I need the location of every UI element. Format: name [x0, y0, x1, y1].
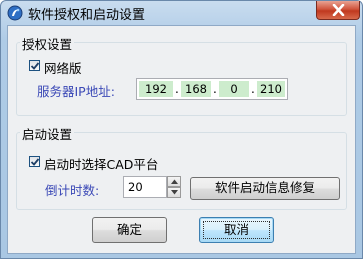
repair-startup-info-button[interactable]: 软件启动信息修复	[190, 177, 340, 200]
ip-octet-3[interactable]: 0	[219, 81, 249, 97]
close-icon	[332, 4, 345, 16]
checkmark-icon	[30, 158, 40, 166]
network-version-checkbox[interactable]	[29, 60, 40, 71]
network-version-label: 网络版	[44, 61, 82, 76]
ok-button-label: 确定	[116, 222, 142, 237]
countdown-input[interactable]: 20	[123, 176, 167, 198]
focus-rectangle	[203, 221, 270, 239]
checkmark-icon	[30, 62, 40, 70]
repair-startup-info-label: 软件启动信息修复	[214, 180, 315, 195]
select-cad-checkbox[interactable]	[29, 156, 40, 167]
triangle-down-icon	[171, 190, 178, 195]
ip-separator: .	[213, 82, 217, 96]
title-bar[interactable]: 软件授权和启动设置	[1, 1, 362, 25]
select-cad-label: 启动时选择CAD平台	[44, 157, 159, 172]
server-ip-label: 服务器IP地址:	[37, 84, 115, 99]
ip-octet-2[interactable]: 168	[181, 81, 211, 97]
ip-separator: .	[175, 82, 179, 96]
app-logo-icon	[7, 5, 23, 21]
dialog-body: 授权设置 网络版 服务器IP地址: 192 . 168 . 0 . 210 启动…	[7, 25, 356, 254]
close-button[interactable]	[316, 1, 360, 20]
server-ip-input[interactable]: 192 . 168 . 0 . 210	[136, 78, 288, 100]
triangle-up-icon	[171, 179, 178, 184]
ip-octet-4[interactable]: 210	[257, 81, 285, 97]
spin-up-button[interactable]	[167, 176, 181, 187]
countdown-spinner	[167, 176, 181, 198]
startup-group-title: 启动设置	[20, 124, 75, 143]
ok-button[interactable]: 确定	[92, 217, 167, 243]
countdown-label: 倒计时数:	[45, 183, 100, 198]
spin-down-button[interactable]	[167, 187, 181, 198]
license-group-title: 授权设置	[20, 34, 75, 53]
cancel-button[interactable]: 取消	[199, 217, 274, 243]
ip-octet-1[interactable]: 192	[139, 81, 173, 97]
window-title: 软件授权和启动设置	[28, 8, 146, 23]
dialog-window: 软件授权和启动设置 授权设置 网络版 服务器IP地址: 192 . 168 . …	[0, 0, 363, 259]
ip-separator: .	[251, 82, 255, 96]
